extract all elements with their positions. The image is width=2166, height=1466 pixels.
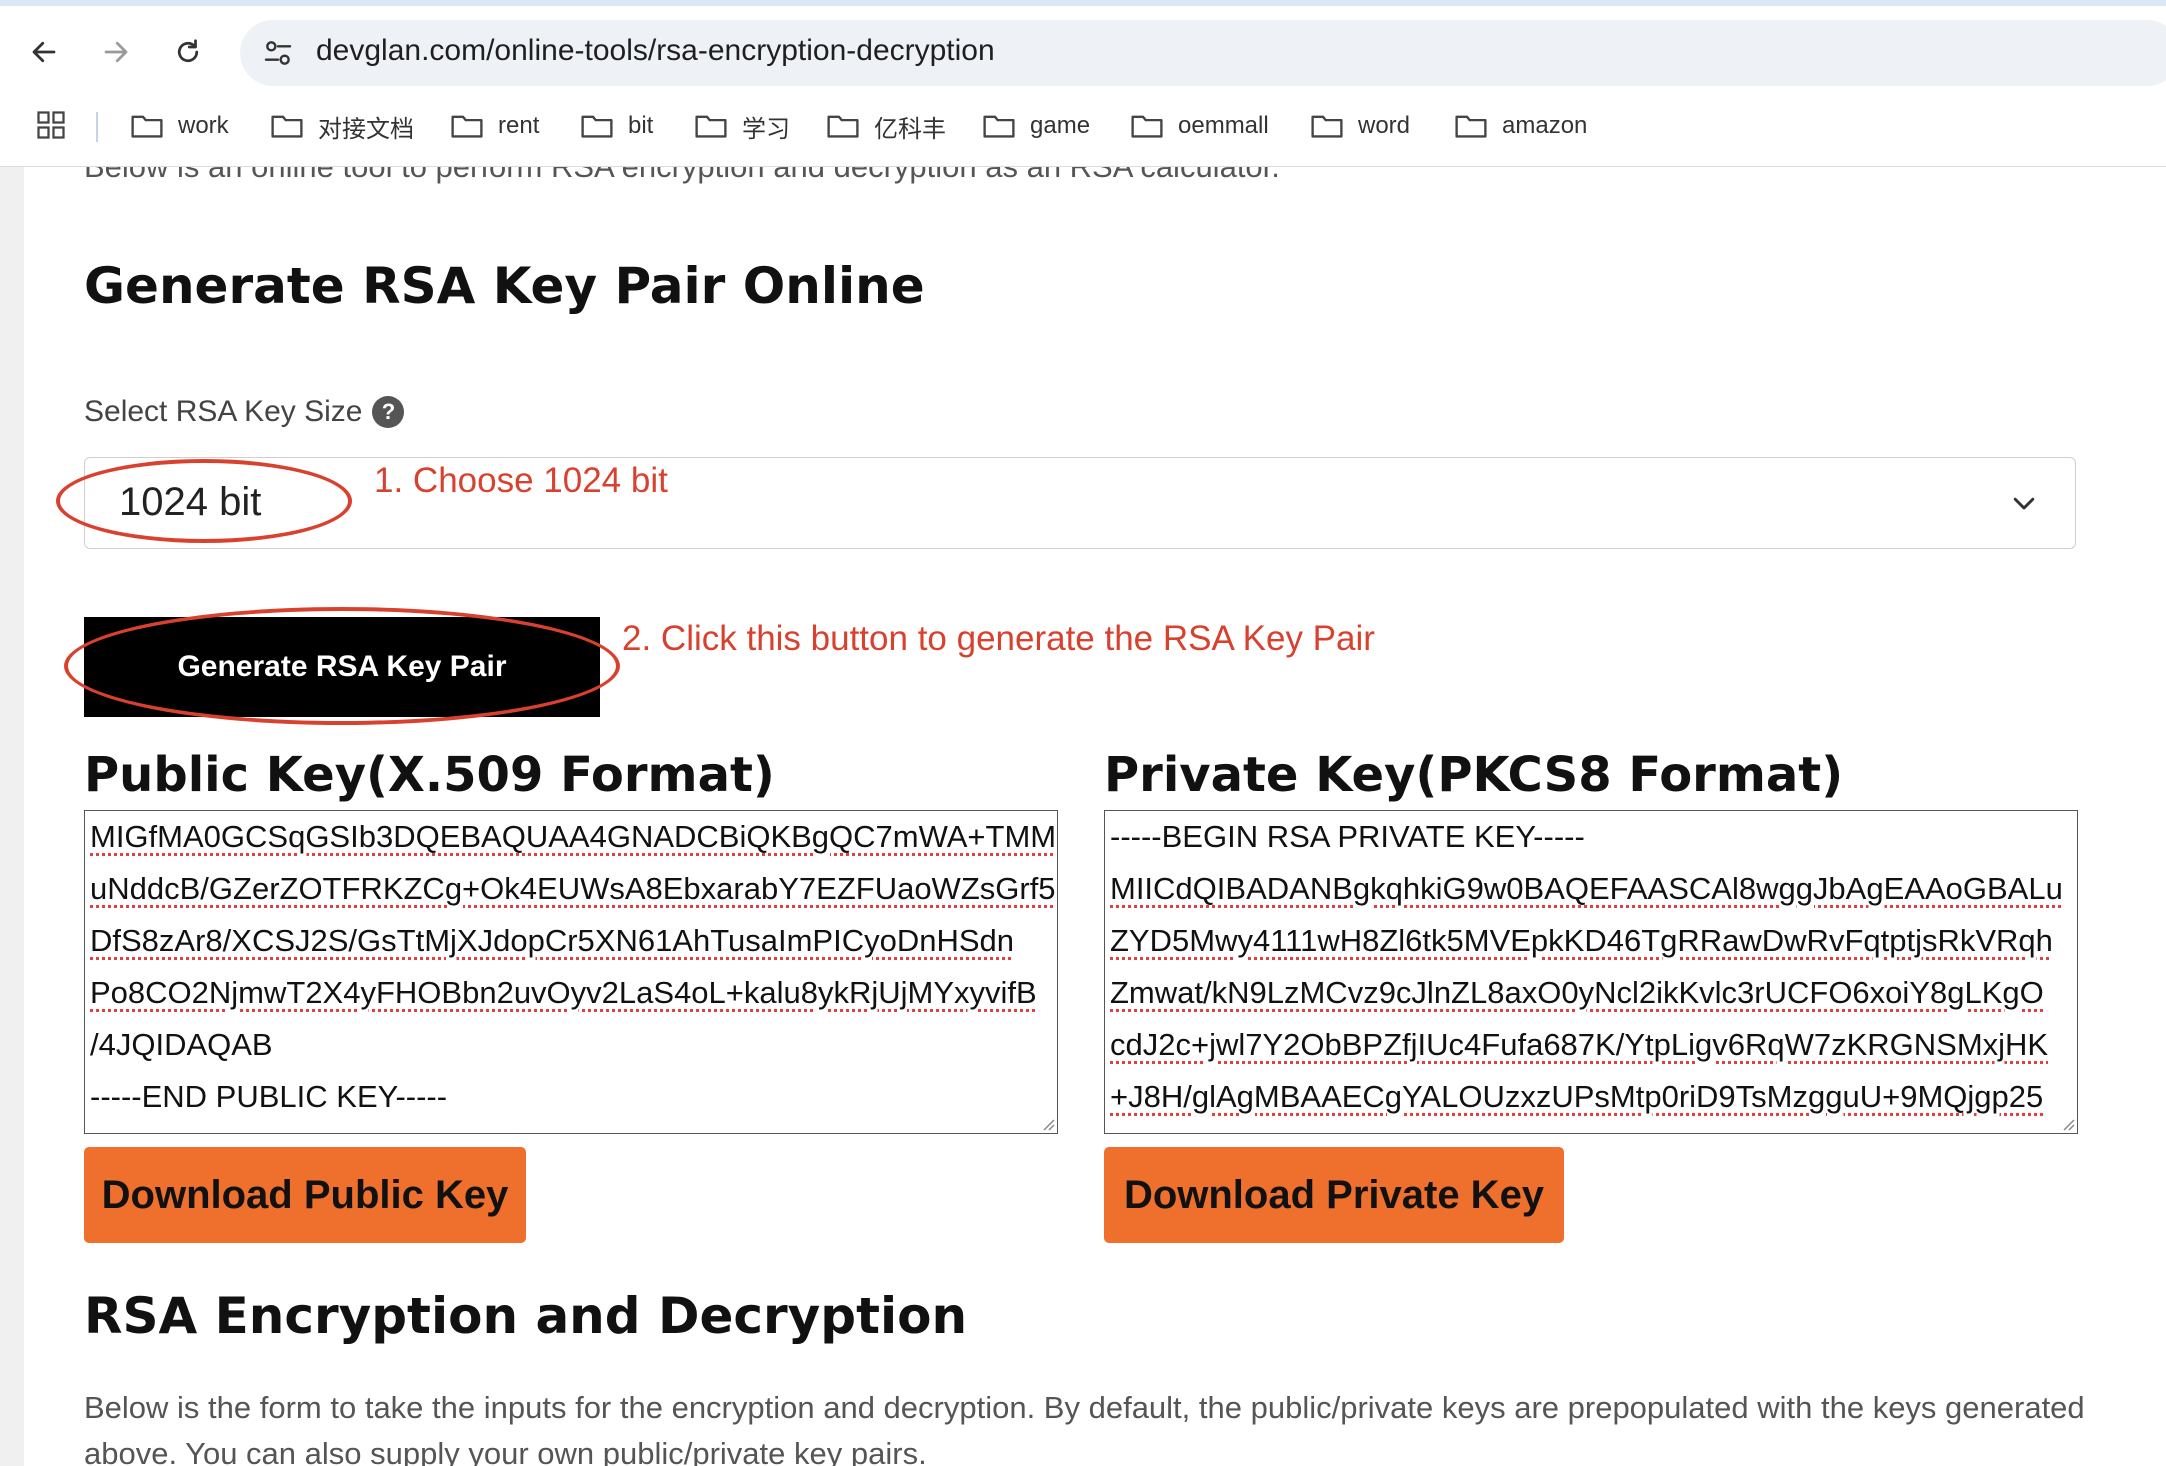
private-key-title: Private Key(PKCS8 Format) xyxy=(1104,747,1844,803)
forward-arrow-icon xyxy=(104,41,128,63)
apps-grid-icon[interactable] xyxy=(36,110,66,140)
resize-grip-icon[interactable] xyxy=(2059,1115,2075,1131)
public-key-line: Po8CO2NjmwT2X4yFHOBbn2uvOyv2LaS4oL+kalu8… xyxy=(90,975,1037,1010)
private-key-line: +J8H/glAgMBAAECgYALOUzxzUPsMtp0riD9TsMzg… xyxy=(1110,1079,2044,1114)
bookmark-folder[interactable]: work xyxy=(130,106,229,146)
private-key-line: cdJ2c+jwl7Y2ObBPZfjIUc4Fufa687K/YtpLigv6… xyxy=(1110,1027,2049,1062)
key-size-label: Select RSA Key Size ? xyxy=(84,395,405,429)
public-key-line: DfS8zAr8/XCSJ2S/GsTtMjXJdopCr5XN61AhTusa… xyxy=(90,923,1015,958)
public-key-line: /4JQIDAQAB xyxy=(90,1027,273,1062)
forward-button[interactable] xyxy=(94,30,138,74)
annotation-step2: 2. Click this button to generate the RSA… xyxy=(622,619,1375,658)
bookmark-folder[interactable]: 亿科丰 xyxy=(826,106,946,146)
public-key-line: MIGfMA0GCSqGSIb3DQEBAQUAA4GNADCBiQKBgQC7… xyxy=(90,819,1057,854)
generate-key-pair-button[interactable]: Generate RSA Key Pair xyxy=(84,617,600,717)
back-arrow-icon xyxy=(32,41,56,63)
folder-icon xyxy=(983,115,1015,138)
bookmark-label: game xyxy=(1030,112,1091,139)
browser-chrome: devglan.com/online-tools/rsa-encryption-… xyxy=(0,0,2166,167)
bookmark-folder[interactable]: word xyxy=(1310,106,1410,146)
folder-icon xyxy=(581,115,613,138)
bookmark-folder[interactable]: oemmall xyxy=(1130,106,1269,146)
bookmark-folder[interactable]: 学习 xyxy=(694,106,790,146)
help-icon[interactable]: ? xyxy=(372,396,405,428)
download-private-key-button[interactable]: Download Private Key xyxy=(1104,1147,1564,1243)
public-key-line: uNddcB/GZerZOTFRKZCg+Ok4EUWsA8EbxarabY7E… xyxy=(90,871,1056,906)
bookmark-label: word xyxy=(1358,112,1411,139)
back-button[interactable] xyxy=(22,30,66,74)
public-key-title: Public Key(X.509 Format) xyxy=(84,747,775,803)
bookmark-label: work xyxy=(178,112,229,139)
reload-button[interactable] xyxy=(166,30,210,74)
bookmark-folder[interactable]: rent xyxy=(450,106,539,146)
bookmark-label: 学习 xyxy=(742,115,790,143)
bookmark-label: 亿科丰 xyxy=(874,115,946,143)
bookmark-folder[interactable]: game xyxy=(982,106,1090,146)
private-key-textarea[interactable]: -----BEGIN RSA PRIVATE KEY----- MIICdQIB… xyxy=(1104,810,2078,1134)
page-title: Generate RSA Key Pair Online xyxy=(84,257,925,315)
key-size-label-text: Select RSA Key Size xyxy=(84,395,363,428)
folder-icon xyxy=(1455,115,1487,138)
site-settings-icon[interactable] xyxy=(262,37,294,69)
bookmark-label: rent xyxy=(498,112,540,139)
intro-text: Below is an online tool to perform RSA e… xyxy=(84,167,1280,185)
folder-icon xyxy=(1131,115,1163,138)
chevron-down-icon xyxy=(2013,497,2035,510)
private-key-line: -----BEGIN RSA PRIVATE KEY----- xyxy=(1110,819,1585,854)
resize-grip-icon[interactable] xyxy=(1039,1115,1055,1131)
section-heading: RSA Encryption and Decryption xyxy=(84,1287,968,1345)
annotation-step1: 1. Choose 1024 bit xyxy=(374,461,668,500)
section-paragraph: Below is the form to take the inputs for… xyxy=(84,1390,2085,1466)
folder-icon xyxy=(271,115,303,138)
bookmark-label: amazon xyxy=(1502,112,1588,139)
public-key-textarea[interactable]: MIGfMA0GCSqGSIb3DQEBAQUAA4GNADCBiQKBgQC7… xyxy=(84,810,1058,1134)
folder-icon xyxy=(131,115,163,138)
folder-icon xyxy=(1311,115,1343,138)
private-key-line: ZYD5Mwy4111wH8Zl6tk5MVEpkKD46TgRRawDwRvF… xyxy=(1110,923,2053,958)
key-size-value: 1024 bit xyxy=(119,480,262,524)
folder-icon xyxy=(827,115,859,138)
bookmark-folder[interactable]: bit xyxy=(580,106,653,146)
public-key-line: -----END PUBLIC KEY----- xyxy=(90,1079,448,1114)
page-content: Below is an online tool to perform RSA e… xyxy=(24,167,2166,1466)
private-key-line: MIICdQIBADANBgkqhkiG9w0BAQEFAASCAl8wggJb… xyxy=(1110,871,2063,906)
bookmarks-bar: work 对接文档 rent bit 学习 亿科丰 game oemmall w… xyxy=(0,102,2166,152)
reload-icon xyxy=(177,39,199,63)
folder-icon xyxy=(451,115,483,138)
bookmark-label: oemmall xyxy=(1178,112,1269,139)
bookmark-folder[interactable]: 对接文档 xyxy=(270,106,414,146)
bookmark-folder[interactable]: amazon xyxy=(1454,106,1587,146)
url-text: devglan.com/online-tools/rsa-encryption-… xyxy=(316,34,995,67)
bookmarks-separator xyxy=(96,112,98,142)
chrome-top-accent xyxy=(0,0,2166,6)
download-public-key-button[interactable]: Download Public Key xyxy=(84,1147,526,1243)
folder-icon xyxy=(695,115,727,138)
bookmark-label: 对接文档 xyxy=(318,115,414,143)
bookmark-label: bit xyxy=(628,112,654,139)
private-key-line: Zmwat/kN9LzMCvz9cJlnZL8axO0yNcl2ikKvlc3r… xyxy=(1110,975,2044,1010)
address-bar[interactable]: devglan.com/online-tools/rsa-encryption-… xyxy=(240,20,2166,86)
